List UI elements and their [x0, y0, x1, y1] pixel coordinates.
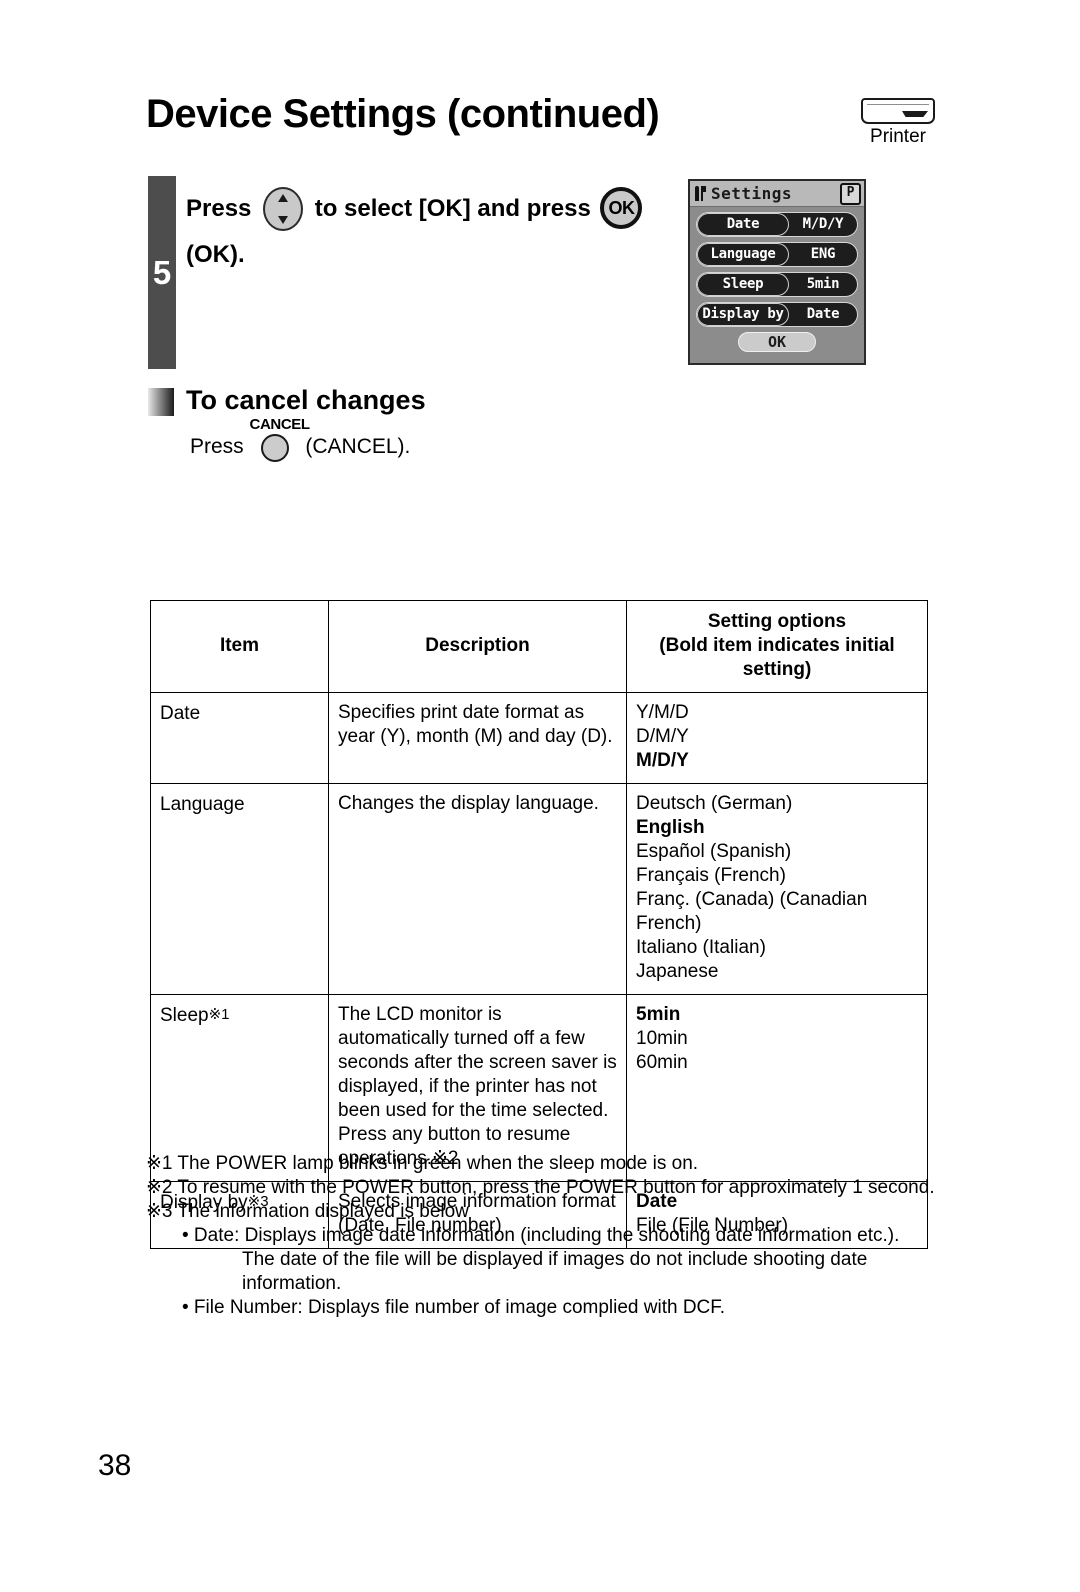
printer-label: Printer — [870, 126, 926, 147]
cell-options: Y/M/D D/M/Y M/D/Y — [626, 692, 928, 784]
option-item: 10min — [636, 1028, 688, 1049]
table-row: Date Specifies print date format as year… — [150, 692, 928, 784]
lcd-ok-button[interactable]: OK — [738, 332, 816, 352]
footnote-3-bullet-date-cont-a: The date of the file will be displayed i… — [242, 1249, 868, 1270]
step-number: 5 — [152, 254, 172, 291]
lcd-row-value: M/D/Y — [802, 216, 844, 232]
option-item: Deutsch (German) — [636, 793, 793, 814]
item-name: Date — [160, 703, 201, 724]
section-marker — [148, 388, 174, 416]
option-item: Español (Spanish) — [636, 841, 792, 862]
step-text-before-nav: Press — [186, 195, 252, 222]
option-item: D/M/Y — [636, 726, 689, 747]
footnote-3-bullet-date-cont-b: information. — [242, 1273, 342, 1294]
lcd-row-value: Date — [806, 306, 840, 322]
option-item: Italiano (Italian) — [636, 937, 766, 958]
printer-icon — [861, 98, 935, 124]
column-header-description: Description — [328, 600, 627, 693]
option-item-default: M/D/Y — [636, 750, 689, 771]
step-text-tail: (OK). — [186, 240, 245, 268]
lcd-row-date[interactable]: Date M/D/Y — [696, 212, 858, 237]
nav-updown-button-icon — [263, 186, 304, 231]
lcd-header: Settings P — [690, 181, 864, 207]
arrow-down-icon — [278, 215, 289, 224]
lcd-row-value: ENG — [810, 246, 836, 262]
item-name: Sleep — [160, 1005, 209, 1026]
page-title: Device Settings (continued) — [146, 92, 660, 136]
column-header-options-line2: (Bold item indicates initial setting) — [659, 635, 895, 680]
footnote-1: ※1 The POWER lamp blinks in green when t… — [146, 1153, 699, 1174]
cancel-button-caption: CANCEL — [249, 416, 311, 434]
lcd-body: Date M/D/Y Language ENG Sleep 5min Displ… — [690, 207, 864, 352]
footnote-3-bullet-date: • Date: Displays image date information … — [182, 1225, 900, 1246]
table-row: Language Changes the display language. D… — [150, 783, 928, 995]
step-number-bar: 5 — [148, 176, 176, 369]
lcd-ok-button-row: OK — [696, 332, 858, 352]
cell-item: Language — [150, 783, 329, 995]
option-item: Y/M/D — [636, 702, 689, 723]
column-header-setting-options: Setting options (Bold item indicates ini… — [626, 600, 928, 693]
column-header-item: Item — [150, 600, 329, 693]
option-item-default: English — [636, 817, 705, 838]
lcd-row-label: Date — [697, 213, 789, 236]
lcd-row-sleep[interactable]: Sleep 5min — [696, 272, 858, 297]
footnote-3-bullet-file-number: • File Number: Displays file number of i… — [182, 1297, 726, 1318]
item-name: Language — [160, 794, 245, 815]
ok-button-icon: OK — [600, 186, 643, 229]
cancel-trailing-text: (CANCEL). — [305, 435, 411, 458]
option-item: Japanese — [636, 961, 719, 982]
cell-description: Changes the display language. — [328, 783, 627, 995]
option-item: 60min — [636, 1052, 688, 1073]
footnote-2: ※2 To resume with the POWER button, pres… — [146, 1177, 935, 1198]
lcd-settings-screen: Settings P Date M/D/Y Language ENG Sleep… — [688, 179, 866, 365]
cancel-section-instruction: Press CANCEL (CANCEL). — [190, 416, 411, 462]
column-header-options-line1: Setting options — [707, 611, 847, 632]
cancel-button-icon-group: CANCEL — [250, 416, 310, 462]
step-instruction: Press to select [OK] and press OK (OK). — [186, 186, 656, 277]
footnote-3: ※3 The information displayed is below — [146, 1201, 469, 1222]
arrow-up-icon — [278, 193, 289, 202]
option-item-default: 5min — [636, 1004, 681, 1025]
page-number: 38 — [98, 1449, 132, 1482]
cell-description: Specifies print date format as year (Y),… — [328, 692, 627, 784]
lcd-row-display-by[interactable]: Display by Date — [696, 302, 858, 327]
item-footnote-mark: ※1 — [208, 1006, 230, 1023]
table-header-row: Item Description Setting options (Bold i… — [150, 600, 928, 693]
option-item: Franç. (Canada) (Canadian French) — [636, 889, 868, 934]
printer-device-badge: Printer — [848, 98, 948, 148]
footnotes: ※1 The POWER lamp blinks in green when t… — [146, 1152, 946, 1320]
settings-wrench-icon — [693, 185, 709, 202]
printer-mode-badge-icon: P — [840, 182, 861, 205]
lcd-row-label: Language — [697, 243, 789, 266]
lcd-title: Settings — [711, 183, 793, 203]
lcd-row-value: 5min — [806, 276, 840, 292]
lcd-row-label: Display by — [697, 303, 789, 326]
cell-item: Date — [150, 692, 329, 784]
option-item: Français (French) — [636, 865, 786, 886]
lcd-row-label: Sleep — [697, 273, 789, 296]
lcd-row-language[interactable]: Language ENG — [696, 242, 858, 267]
cancel-press-label: Press — [190, 435, 244, 458]
step-text-after-nav: to select [OK] and press — [314, 195, 591, 222]
cell-options: Deutsch (German) English Español (Spanis… — [626, 783, 928, 995]
